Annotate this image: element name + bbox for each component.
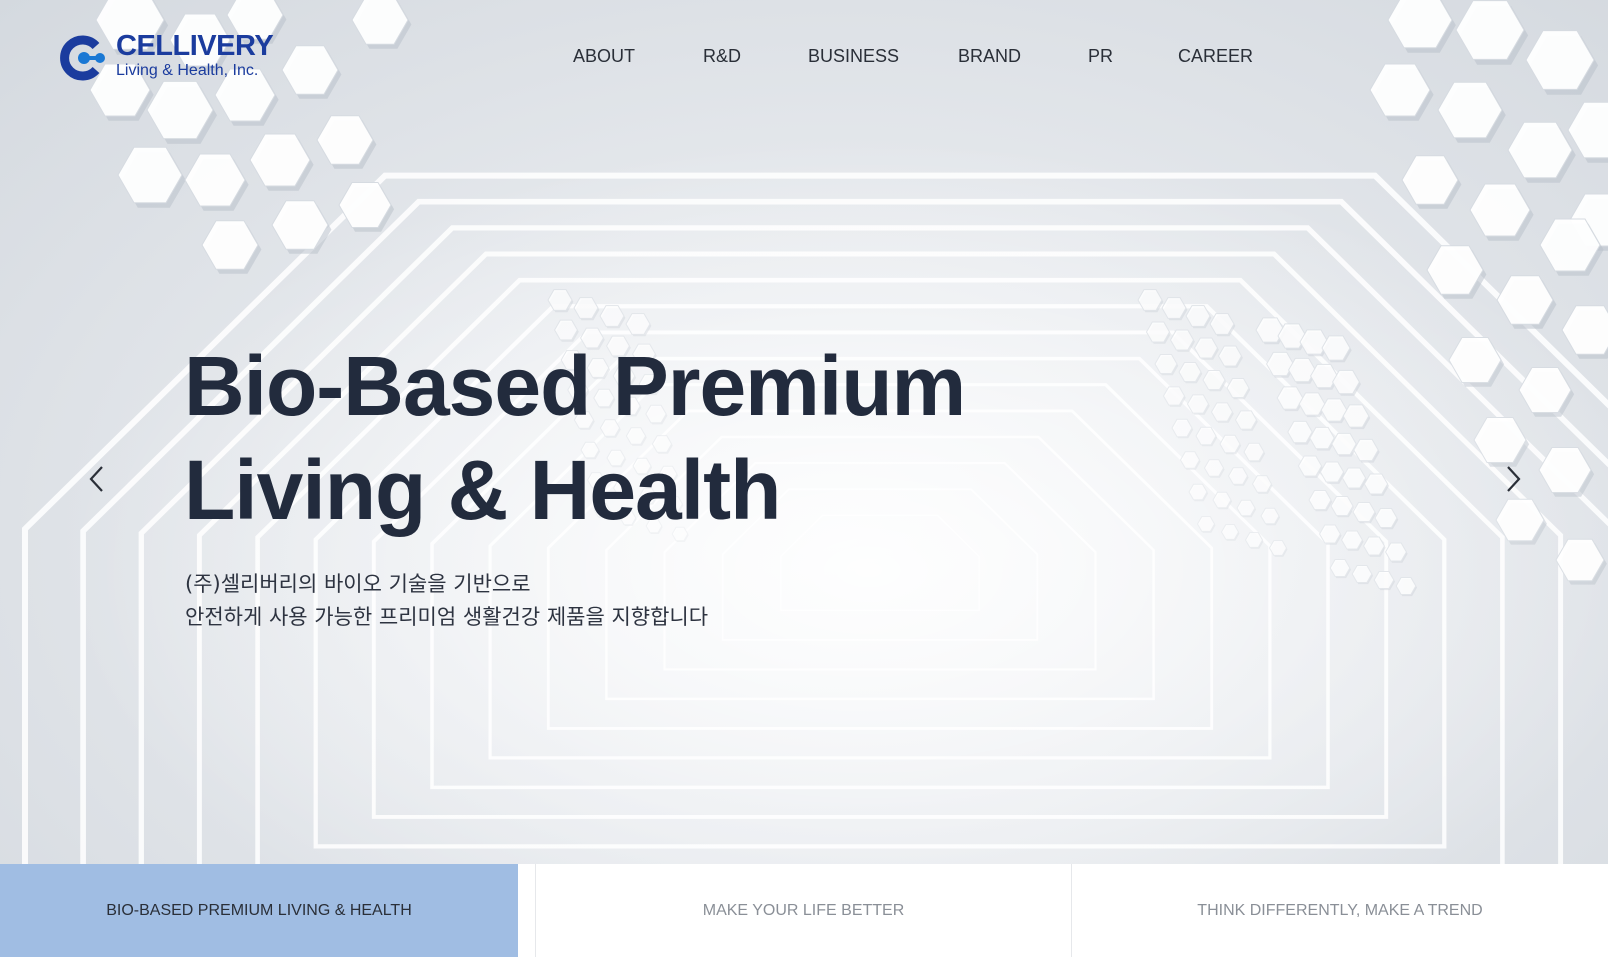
hero-description-line-2: 안전하게 사용 가능한 프리미엄 생활건강 제품을 지향합니다 <box>185 605 709 629</box>
brand-logo[interactable]: CELLIVERY Living & Health, Inc. <box>56 30 276 84</box>
nav-item-business[interactable]: BUSINESS <box>808 44 899 68</box>
tab-make-your-life-better[interactable]: MAKE YOUR LIFE BETTER <box>535 864 1071 957</box>
page: CELLIVERY Living & Health, Inc. ABOUT R&… <box>0 0 1608 957</box>
nav-item-about[interactable]: ABOUT <box>573 44 635 68</box>
hero-description-line-1: (주)셀리버리의 바이오 기술을 기반으로 <box>185 572 531 596</box>
nav-item-pr[interactable]: PR <box>1088 44 1113 68</box>
tab-bio-based[interactable]: BIO-BASED PREMIUM LIVING & HEALTH <box>0 864 518 957</box>
tab-think-differently[interactable]: THINK DIFFERENTLY, MAKE A TREND <box>1071 864 1608 957</box>
slide-tabs: BIO-BASED PREMIUM LIVING & HEALTH MAKE Y… <box>0 864 1608 957</box>
prev-slide-button[interactable] <box>82 462 112 496</box>
nav-item-rd[interactable]: R&D <box>703 44 741 68</box>
hero-title: Bio-Based Premium Living & Health <box>184 334 966 542</box>
nav-item-career[interactable]: CAREER <box>1178 44 1253 68</box>
next-slide-button[interactable] <box>1498 462 1528 496</box>
hero-description: (주)셀리버리의 바이오 기술을 기반으로 안전하게 사용 가능한 프리미엄 생… <box>185 568 708 634</box>
hero-title-line-2: Living & Health <box>184 443 781 537</box>
chevron-left-icon <box>89 466 103 492</box>
hero-slider: CELLIVERY Living & Health, Inc. ABOUT R&… <box>0 0 1608 864</box>
nav-item-brand[interactable]: BRAND <box>958 44 1021 68</box>
hero-title-line-1: Bio-Based Premium <box>184 339 966 433</box>
cellivery-logo-mark-icon <box>60 35 105 81</box>
brand-name: CELLIVERY <box>116 30 274 62</box>
brand-tagline: Living & Health, Inc. <box>116 62 259 79</box>
chevron-right-icon <box>1507 466 1521 492</box>
